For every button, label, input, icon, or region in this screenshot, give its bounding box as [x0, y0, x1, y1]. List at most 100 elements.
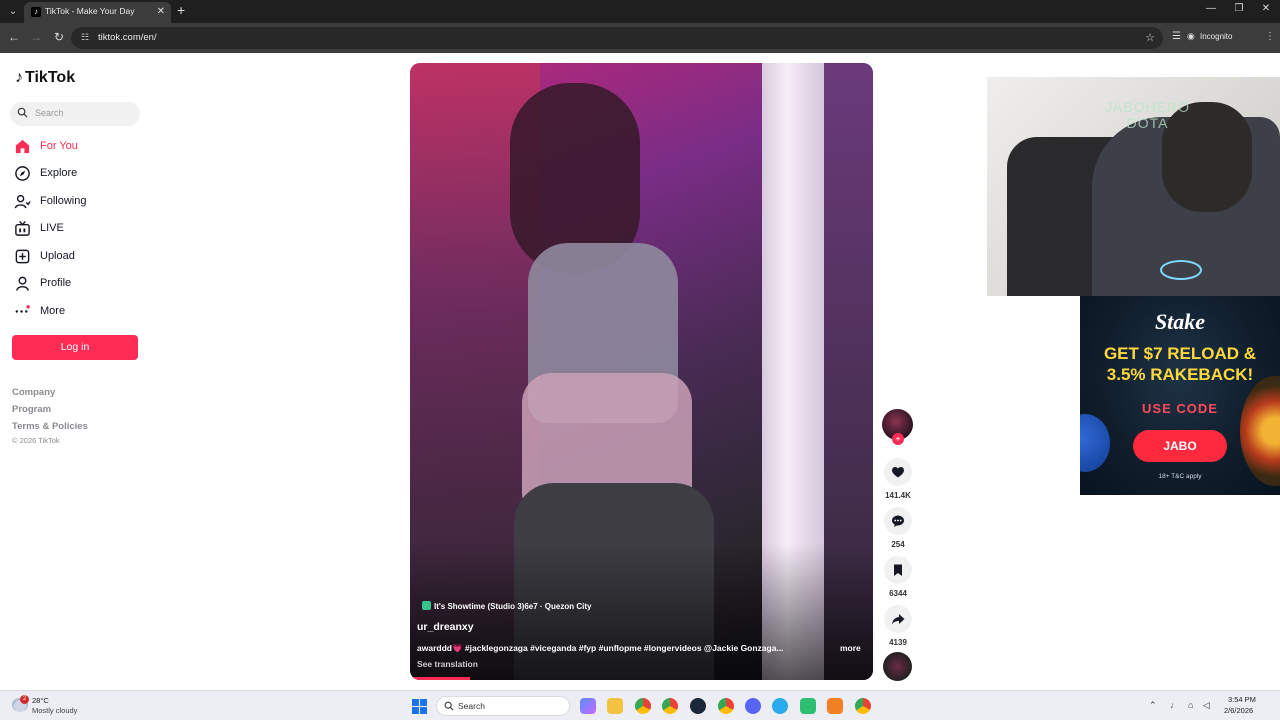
incognito-label: Incognito: [1200, 32, 1233, 41]
video-progress-bar[interactable]: [410, 677, 471, 680]
video-location-tag[interactable]: It's Showtime (Studio 3)6e7 · Quezon Cit…: [422, 601, 591, 611]
browser-toolbar: ← → ↻ ☷ tiktok.com/en/ ☆ ☰ ◉ Incognito ⋮: [0, 23, 1280, 53]
ad-wheel-graphic: [1240, 376, 1280, 486]
incognito-icon: ◉: [1187, 31, 1195, 41]
footer-company-link[interactable]: Company: [12, 387, 55, 398]
tray-overflow-icon[interactable]: ⌃: [1149, 700, 1157, 711]
caption-more-button[interactable]: more: [840, 643, 861, 653]
webcam-ring-light: [1160, 260, 1202, 280]
telegram-icon[interactable]: [772, 698, 788, 714]
tab-search-button[interactable]: ⌄: [4, 3, 22, 20]
forward-button[interactable]: →: [28, 30, 44, 44]
close-window-button[interactable]: ✕: [1252, 3, 1280, 14]
nav-label: Explore: [40, 167, 78, 179]
upload-icon: [15, 249, 30, 264]
chrome-icon[interactable]: [855, 698, 871, 714]
ad-code-button: JABO: [1133, 430, 1227, 462]
new-tab-button[interactable]: +: [177, 2, 185, 18]
follow-plus-icon[interactable]: +: [892, 433, 904, 445]
more-icon: [15, 305, 30, 313]
search-icon: [17, 107, 28, 118]
location-pin-icon: [422, 601, 431, 610]
browser-tab[interactable]: ♪ TikTok - Make Your Day ✕: [24, 2, 171, 23]
ad-code-label: USE CODE: [1142, 401, 1218, 416]
video-player[interactable]: It's Showtime (Studio 3)6e7 · Quezon Cit…: [410, 63, 873, 680]
like-button[interactable]: [884, 458, 912, 486]
weather-temp[interactable]: 28°C: [32, 696, 49, 705]
home-icon: [15, 139, 30, 154]
file-explorer-icon[interactable]: [607, 698, 623, 714]
nav-label: Upload: [40, 250, 75, 262]
tab-title: TikTok - Make Your Day: [45, 6, 135, 16]
following-icon: [14, 194, 31, 209]
tab-close-button[interactable]: ✕: [157, 6, 165, 17]
url-text[interactable]: tiktok.com/en/: [98, 32, 157, 43]
restore-button[interactable]: ❐: [1225, 3, 1253, 14]
bookmark-star-icon[interactable]: ☆: [1145, 31, 1155, 44]
nav-more[interactable]: More: [14, 302, 144, 322]
webcam-sign-line: JABOHERO: [1105, 99, 1191, 115]
ad-fine-print: 18+ T&C apply: [1158, 473, 1202, 480]
location-text: It's Showtime (Studio 3)6e7 · Quezon Cit…: [434, 602, 592, 611]
discord-icon[interactable]: [745, 698, 761, 714]
ad-headline-line: 3.5% RAKEBACK!: [1106, 365, 1254, 384]
logo-text: TikTok: [25, 69, 76, 86]
clock-date[interactable]: 2/6/2026: [1224, 706, 1253, 715]
webcam-wall-sign: JABOHERO DOTA: [1105, 99, 1190, 131]
taskbar-search-placeholder: Search: [458, 701, 485, 711]
tiktok-logo[interactable]: ♪ TikTok: [15, 69, 75, 87]
chrome-icon[interactable]: [635, 698, 651, 714]
streamlabs-icon[interactable]: [800, 698, 816, 714]
video-author-username[interactable]: ur_dreanxy: [417, 621, 474, 633]
tiktok-favicon-icon: ♪: [31, 7, 41, 17]
app-icon[interactable]: [827, 698, 843, 714]
microphone-icon[interactable]: ♩: [1170, 700, 1179, 710]
tab-manager-icon[interactable]: ☰: [1172, 31, 1181, 42]
site-info-icon[interactable]: ☷: [81, 32, 91, 42]
save-button[interactable]: [884, 556, 912, 584]
reload-button[interactable]: ↻: [51, 30, 67, 44]
steam-icon[interactable]: [690, 698, 706, 714]
nav-upload[interactable]: Upload: [14, 247, 144, 267]
nav-label: Profile: [40, 277, 72, 289]
back-button[interactable]: ←: [6, 30, 22, 44]
bookmark-icon: [894, 564, 902, 576]
comment-button[interactable]: [884, 507, 912, 535]
volume-icon[interactable]: ◁: [1203, 700, 1210, 711]
footer-program-link[interactable]: Program: [12, 404, 51, 415]
footer-terms-link[interactable]: Terms & Policies: [12, 421, 88, 432]
taskbar-search-input[interactable]: Search: [436, 696, 570, 716]
nav-label: More: [40, 305, 66, 317]
profile-icon: [16, 276, 29, 291]
address-bar[interactable]: ☷ tiktok.com/en/ ☆: [71, 27, 1163, 49]
weather-desc[interactable]: Mostly cloudy: [32, 706, 77, 715]
ad-headline: GET $7 RELOAD & 3.5% RAKEBACK!: [1080, 343, 1280, 385]
network-icon[interactable]: ⌂: [1188, 700, 1193, 710]
minimize-button[interactable]: —: [1197, 3, 1225, 14]
share-arrow-icon: [892, 614, 905, 625]
login-button[interactable]: Log in: [12, 335, 138, 360]
video-overlay-gradient: [410, 543, 873, 680]
see-translation-link[interactable]: See translation: [417, 659, 478, 669]
nav-profile[interactable]: Profile: [14, 274, 144, 294]
share-button[interactable]: [884, 605, 912, 633]
weather-badge: 2: [20, 695, 29, 704]
nav-for-you[interactable]: For You: [14, 137, 144, 157]
webcam-sign-line: DOTA: [1126, 115, 1169, 131]
video-caption: awarddd💗 #jacklegonzaga #viceganda #fyp …: [417, 643, 784, 653]
browser-menu-icon[interactable]: ⋮: [1265, 31, 1275, 42]
chrome-icon[interactable]: [718, 698, 734, 714]
ad-headline-line: GET $7 RELOAD &: [1103, 344, 1257, 363]
chrome-icon[interactable]: [662, 698, 678, 714]
nav-label: LIVE: [40, 222, 64, 234]
windows-start-icon[interactable]: [412, 699, 427, 714]
ad-logo: Stake: [1154, 309, 1206, 334]
search-icon: [444, 701, 454, 711]
music-disc-icon[interactable]: [883, 652, 912, 681]
nav-live[interactable]: LIVE: [14, 219, 144, 239]
copilot-icon[interactable]: [580, 698, 596, 714]
nav-explore[interactable]: Explore: [14, 164, 144, 184]
search-input[interactable]: Search: [10, 102, 140, 126]
nav-following[interactable]: Following: [14, 192, 144, 212]
clock-time[interactable]: 3:54 PM: [1228, 695, 1256, 704]
